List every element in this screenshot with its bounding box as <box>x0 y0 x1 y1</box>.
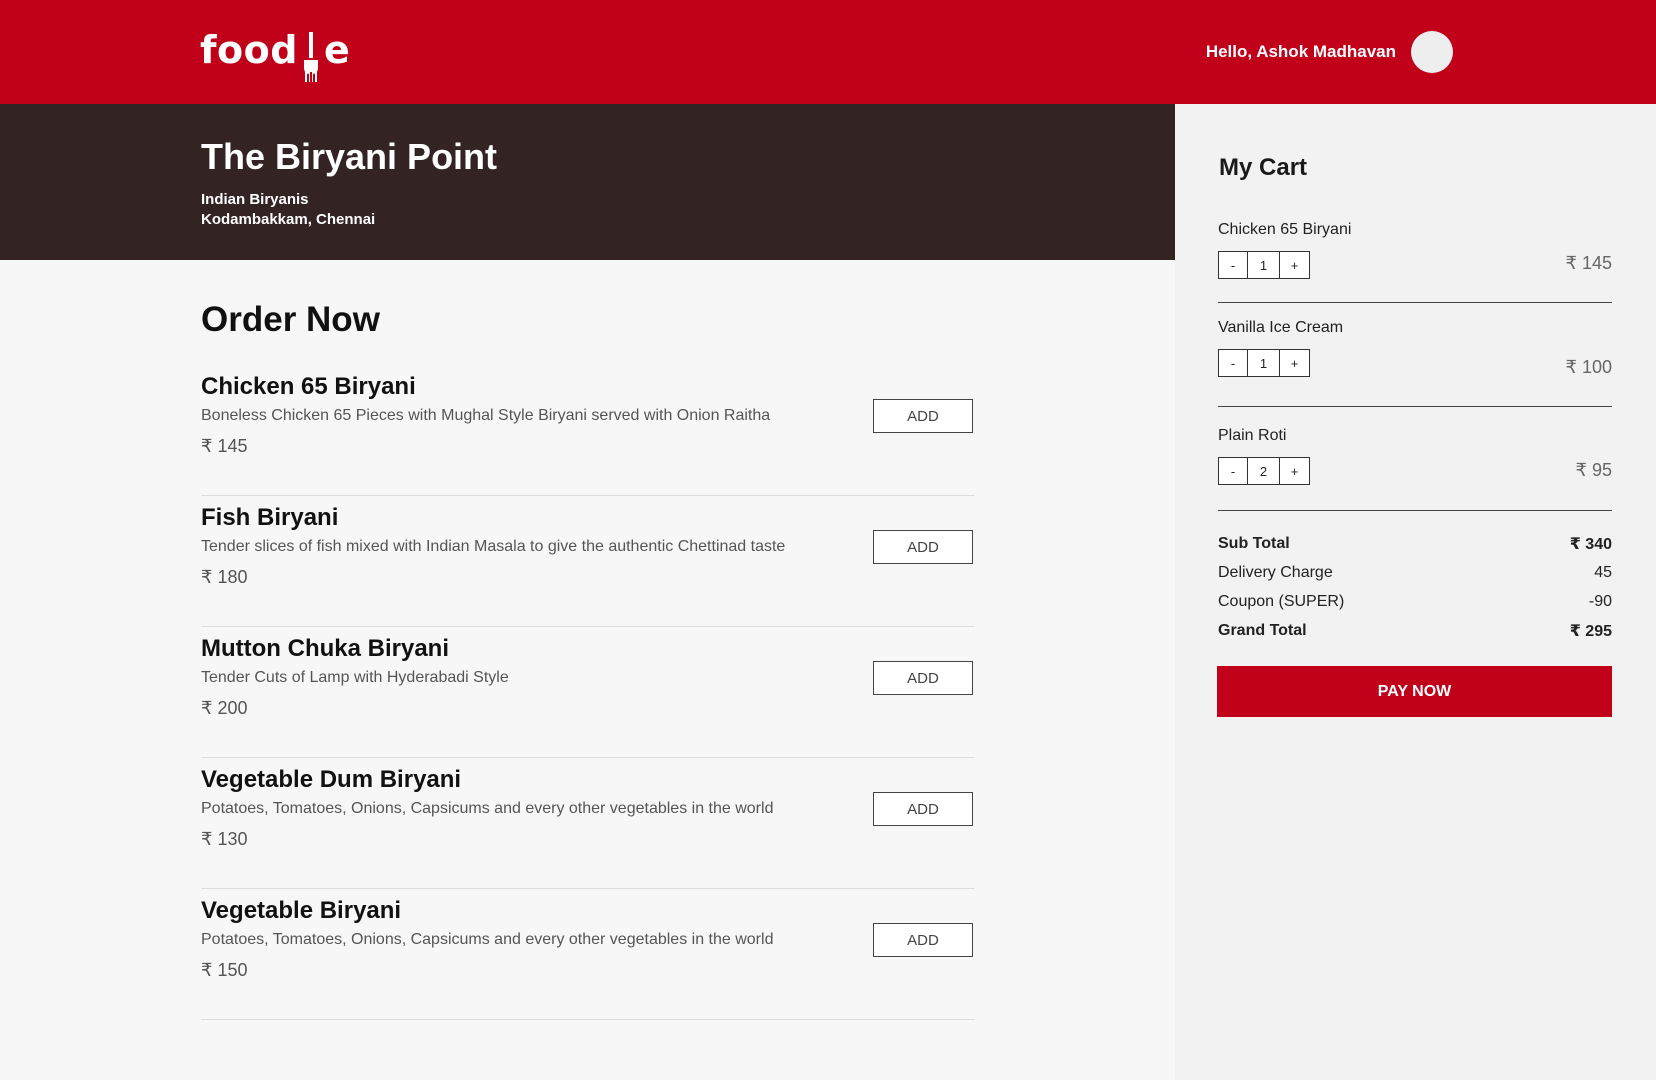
grand-total-value: ₹ 295 <box>1569 622 1612 640</box>
restaurant-location: Kodambakkam, Chennai <box>201 211 376 228</box>
menu-item-name: Fish Biryani <box>201 504 339 531</box>
restaurant-banner: The Biryani Point Indian Biryanis Kodamb… <box>0 104 1175 260</box>
cart-item-name: Vanilla Ice Cream <box>1218 319 1344 336</box>
cart-item-name: Plain Roti <box>1218 427 1287 444</box>
decrease-button[interactable]: - <box>1219 350 1248 376</box>
cart-item: Plain Roti - 2 + ₹ 95 <box>1218 427 1612 511</box>
coupon-row: Coupon (SUPER) -90 <box>1218 587 1612 616</box>
menu-item-price: ₹ 200 <box>201 698 248 718</box>
cart-item-name: Chicken 65 Biryani <box>1218 221 1352 238</box>
add-button[interactable]: ADD <box>873 792 973 826</box>
cart-item: Chicken 65 Biryani - 1 + ₹ 145 <box>1218 221 1612 303</box>
cart-panel: My Cart Chicken 65 Biryani - 1 + ₹ 145 V… <box>1175 104 1656 1080</box>
avatar[interactable] <box>1411 31 1453 73</box>
quantity-value[interactable]: 1 <box>1248 252 1280 278</box>
coupon-label: Coupon (SUPER) <box>1218 592 1345 610</box>
quantity-stepper: - 1 + <box>1218 251 1310 279</box>
coupon-value: -90 <box>1588 592 1612 610</box>
menu-item: Mutton Chuka Biryani Tender Cuts of Lamp… <box>201 627 975 758</box>
foodie-logo[interactable]: food e <box>200 28 350 82</box>
grand-total-row: Grand Total ₹ 295 <box>1218 616 1612 645</box>
menu-item-description: Potatoes, Tomatoes, Onions, Capsicums an… <box>201 931 774 948</box>
pay-now-button[interactable]: PAY NOW <box>1217 666 1612 717</box>
cart-item-price: ₹ 145 <box>1565 253 1613 273</box>
subtotal-value: ₹ 340 <box>1569 535 1612 553</box>
restaurant-cuisine: Indian Biryanis <box>201 191 309 208</box>
menu-item-description: Boneless Chicken 65 Pieces with Mughal S… <box>201 407 771 424</box>
decrease-button[interactable]: - <box>1219 458 1248 484</box>
increase-button[interactable]: + <box>1280 350 1309 376</box>
menu-item: Fish Biryani Tender slices of fish mixed… <box>201 496 975 627</box>
fork-icon <box>303 32 318 82</box>
add-button[interactable]: ADD <box>873 923 973 957</box>
cart-item-price: ₹ 100 <box>1565 357 1613 377</box>
delivery-value: 45 <box>1594 563 1612 581</box>
add-button[interactable]: ADD <box>873 661 973 695</box>
delivery-label: Delivery Charge <box>1218 563 1333 581</box>
delivery-row: Delivery Charge 45 <box>1218 558 1612 587</box>
menu-item-name: Vegetable Biryani <box>201 897 402 924</box>
logo-text-end: e <box>323 28 351 72</box>
menu-item-price: ₹ 130 <box>201 829 248 849</box>
menu-item-price: ₹ 180 <box>201 567 248 587</box>
top-header: food e Hello, Ashok Madhavan <box>0 0 1656 104</box>
menu-item-name: Chicken 65 Biryani <box>201 373 416 400</box>
subtotal-label: Sub Total <box>1218 534 1290 552</box>
menu-item: Chicken 65 Biryani Boneless Chicken 65 P… <box>201 365 975 496</box>
menu-item-name: Mutton Chuka Biryani <box>201 635 450 662</box>
grand-total-label: Grand Total <box>1218 621 1307 639</box>
menu-item-price: ₹ 150 <box>201 960 248 980</box>
menu-item-name: Vegetable Dum Biryani <box>201 766 462 793</box>
cart-title: My Cart <box>1219 154 1308 181</box>
logo-text-start: food <box>200 28 298 72</box>
increase-button[interactable]: + <box>1280 252 1309 278</box>
quantity-value[interactable]: 1 <box>1248 350 1280 376</box>
menu-item: Vegetable Dum Biryani Potatoes, Tomatoes… <box>201 758 975 889</box>
decrease-button[interactable]: - <box>1219 252 1248 278</box>
subtotal-row: Sub Total ₹ 340 <box>1218 529 1612 558</box>
menu-item: Vegetable Biryani Potatoes, Tomatoes, On… <box>201 889 975 1020</box>
user-greeting: Hello, Ashok Madhavan <box>1205 42 1396 61</box>
menu-list: Chicken 65 Biryani Boneless Chicken 65 P… <box>201 365 975 1020</box>
cart-item-price: ₹ 95 <box>1575 460 1612 480</box>
menu-item-description: Potatoes, Tomatoes, Onions, Capsicums an… <box>201 800 774 817</box>
restaurant-name: The Biryani Point <box>201 136 498 177</box>
add-button[interactable]: ADD <box>873 399 973 433</box>
add-button[interactable]: ADD <box>873 530 973 564</box>
cart-summary: Sub Total ₹ 340 Delivery Charge 45 Coupo… <box>1218 529 1612 645</box>
increase-button[interactable]: + <box>1280 458 1309 484</box>
menu-item-description: Tender slices of fish mixed with Indian … <box>201 538 786 555</box>
menu-item-description: Tender Cuts of Lamp with Hyderabadi Styl… <box>201 669 509 686</box>
page-title: Order Now <box>201 300 380 339</box>
quantity-stepper: - 1 + <box>1218 349 1310 377</box>
menu-item-price: ₹ 145 <box>201 436 248 456</box>
cart-item: Vanilla Ice Cream - 1 + ₹ 100 <box>1218 319 1612 407</box>
quantity-stepper: - 2 + <box>1218 457 1310 485</box>
quantity-value[interactable]: 2 <box>1248 458 1280 484</box>
